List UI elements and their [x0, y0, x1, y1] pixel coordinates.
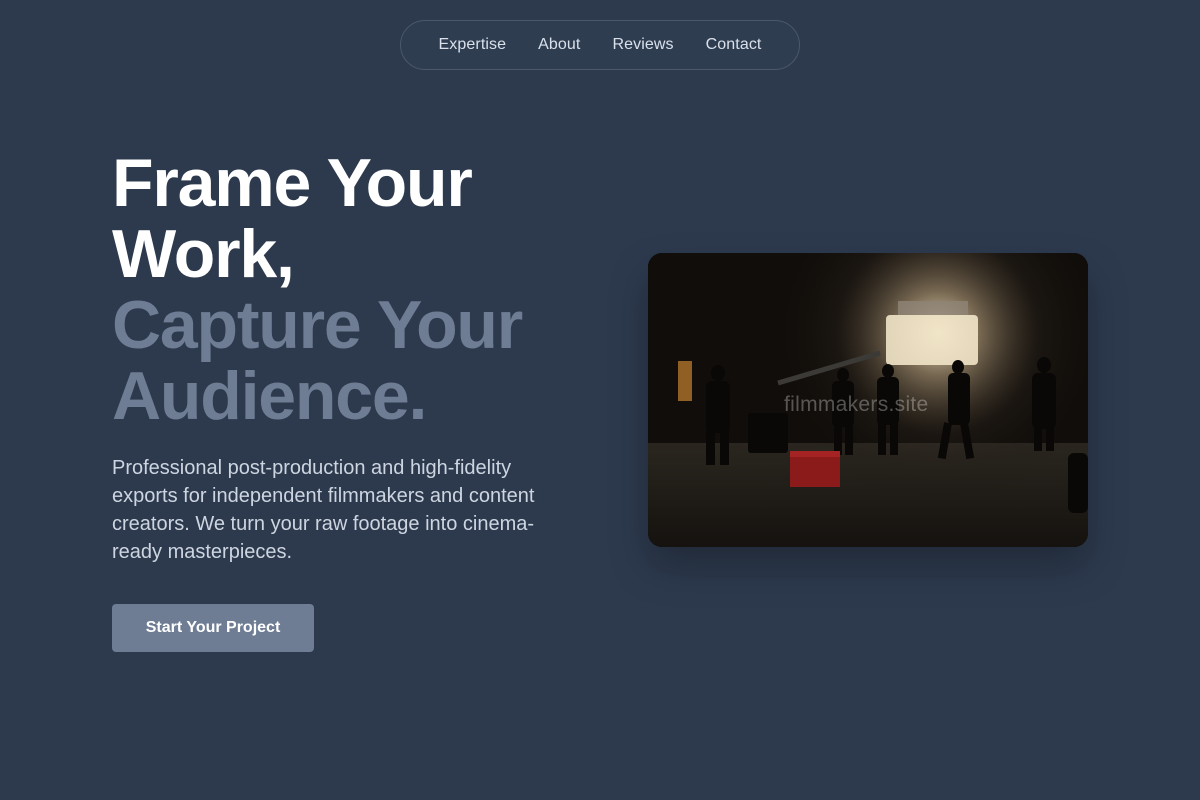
headline-line-4: Audience.: [112, 358, 427, 434]
headline-line-1: Frame Your: [112, 145, 473, 221]
photo-watermark: filmmakers.site: [784, 393, 929, 416]
nav-link-reviews[interactable]: Reviews: [612, 36, 673, 54]
hero-photo: filmmakers.site: [648, 253, 1088, 547]
headline-line-3: Capture Your: [112, 287, 523, 363]
headline-line-2: Work,: [112, 216, 295, 292]
start-project-button[interactable]: Start Your Project: [112, 604, 314, 652]
nav-link-about[interactable]: About: [538, 36, 580, 54]
hero-section: Frame Your Work, Capture Your Audience. …: [112, 148, 612, 566]
hero-headline: Frame Your Work, Capture Your Audience.: [112, 148, 612, 432]
nav-link-contact[interactable]: Contact: [706, 36, 762, 54]
nav-link-expertise[interactable]: Expertise: [439, 36, 507, 54]
hero-description: Professional post-production and high-fi…: [112, 457, 535, 563]
top-nav: Expertise About Reviews Contact: [400, 20, 800, 70]
